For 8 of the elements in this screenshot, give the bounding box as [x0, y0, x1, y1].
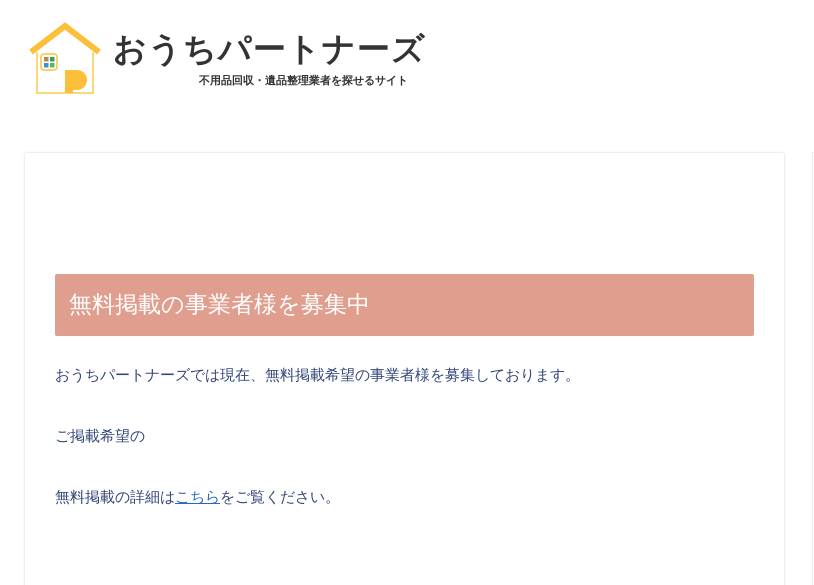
details-link[interactable]: こちら [175, 488, 220, 506]
body-paragraph: 無料掲載の詳細はこちら をご覧ください。 [55, 487, 341, 508]
section-heading: 無料掲載の事業者様を募集中 [55, 274, 754, 336]
site-title: おうちパートナーズ [113, 28, 426, 69]
body-paragraph: おうちパートナーズでは現在、無料掲載希望の事業者様を募集しております。 [55, 365, 581, 386]
body-paragraph: ご掲載希望の [55, 426, 146, 447]
site-tagline: 不用品回収・遺品整理業者を探せるサイト [199, 72, 408, 89]
house-logo-icon [27, 22, 103, 96]
